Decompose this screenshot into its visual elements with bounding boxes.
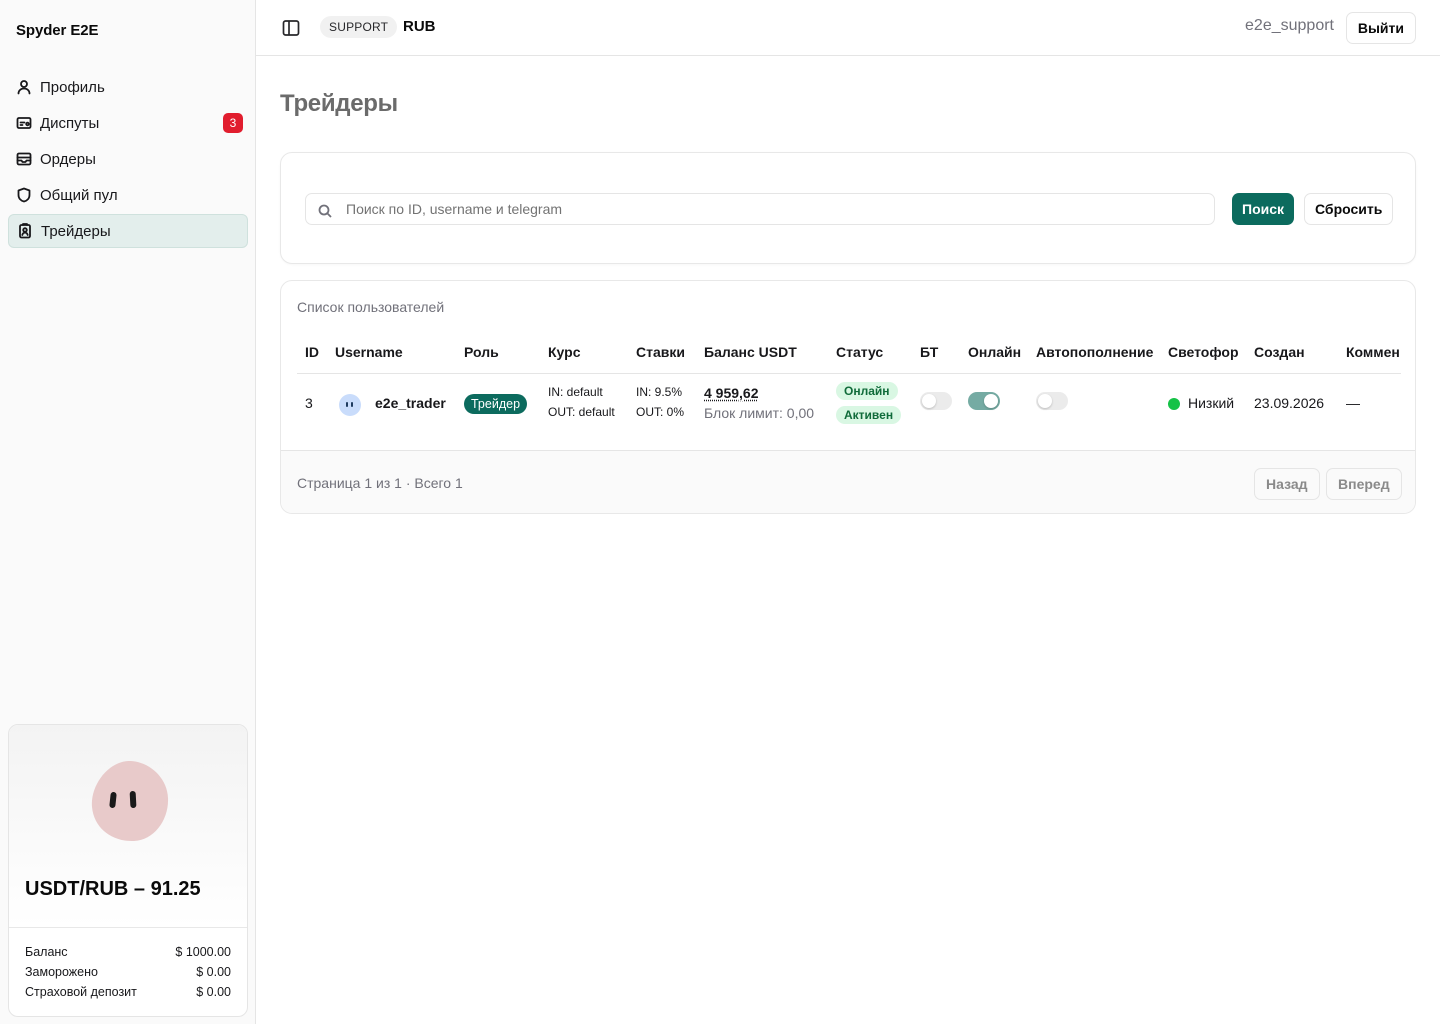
cell-stake-out: OUT: 0% xyxy=(636,405,685,419)
frozen-row: Заморожено $ 0.00 xyxy=(25,962,231,982)
role-tag: Трейдер xyxy=(464,394,528,414)
avatar xyxy=(339,394,361,416)
column-header-bt[interactable]: БТ xyxy=(920,344,938,360)
frozen-label: Заморожено xyxy=(25,965,98,979)
autotopup-toggle[interactable] xyxy=(1036,392,1068,410)
online-toggle[interactable] xyxy=(968,392,1000,410)
search-field[interactable] xyxy=(305,193,1215,225)
cell-comment: — xyxy=(1346,395,1360,411)
page-title: Трейдеры xyxy=(280,90,398,117)
sidebar-item-disputes[interactable]: Диспуты 3 xyxy=(8,106,248,140)
column-header-comment[interactable]: Коммен xyxy=(1346,344,1400,360)
insurance-label: Страховой депозит xyxy=(25,985,137,999)
frozen-value: $ 0.00 xyxy=(196,965,231,979)
shield-icon xyxy=(16,187,32,203)
badge-icon xyxy=(17,223,33,239)
prev-page-button[interactable]: Назад xyxy=(1254,468,1320,500)
column-header-username[interactable]: Username xyxy=(335,344,403,360)
sidebar-item-traders[interactable]: Трейдеры xyxy=(8,214,248,248)
search-icon xyxy=(318,204,332,218)
sidebar-item-common-pool[interactable]: Общий пул xyxy=(8,178,248,212)
insurance-row: Страховой депозит $ 0.00 xyxy=(25,982,231,1002)
currency-label: RUB xyxy=(403,18,436,35)
cell-username[interactable]: e2e_trader xyxy=(375,395,446,411)
column-header-traffic-light[interactable]: Светофор xyxy=(1168,344,1239,360)
column-header-balance[interactable]: Баланс USDT xyxy=(704,344,797,360)
balance-row: Баланс $ 1000.00 xyxy=(25,942,231,962)
cell-created: 23.09.2026 xyxy=(1254,395,1325,411)
mascot-illustration xyxy=(91,760,169,842)
brand-name: Spyder E2E xyxy=(16,22,99,39)
sidebar: Spyder E2E Профиль Диспуты 3 Ордеры Общи… xyxy=(0,0,256,1024)
column-header-autotopup[interactable]: Автопополнение xyxy=(1036,344,1153,360)
balance-label: Баланс xyxy=(25,945,68,959)
column-header-rate[interactable]: Курс xyxy=(548,344,580,360)
cell-rate-in: IN: default xyxy=(548,385,603,399)
sidebar-item-label: Профиль xyxy=(40,78,105,96)
column-header-stakes[interactable]: Ставки xyxy=(636,344,685,360)
column-header-role[interactable]: Роль xyxy=(464,344,499,360)
sidebar-item-orders[interactable]: Ордеры xyxy=(8,142,248,176)
logout-button[interactable]: Выйти xyxy=(1345,12,1416,44)
balance-value: $ 1000.00 xyxy=(175,945,231,959)
current-username: e2e_support xyxy=(1245,17,1334,34)
search-card: Поиск Сбросить xyxy=(280,152,1416,264)
sidebar-toggle-icon[interactable] xyxy=(282,19,300,37)
disputes-count-badge: 3 xyxy=(223,113,243,133)
insurance-value: $ 0.00 xyxy=(196,985,231,999)
status-online-badge: Онлайн xyxy=(836,382,898,400)
role-badge: SUPPORT xyxy=(320,16,398,38)
top-header: SUPPORT RUB e2e_support Выйти xyxy=(256,0,1440,56)
user-icon xyxy=(16,79,32,95)
search-button[interactable]: Поиск xyxy=(1232,193,1295,225)
traffic-light-indicator xyxy=(1168,398,1180,410)
users-table: ID Username Роль Курс Ставки Баланс USDT… xyxy=(297,333,1401,451)
sidebar-item-label: Трейдеры xyxy=(41,222,111,240)
reset-button[interactable]: Сбросить xyxy=(1304,193,1394,225)
toggle-knob xyxy=(984,394,998,408)
pagination-bar: Страница 1 из 1 · Всего 1 Назад Вперед xyxy=(281,450,1415,513)
bt-toggle[interactable] xyxy=(920,392,952,410)
balance-summary: Баланс $ 1000.00 Заморожено $ 0.00 Страх… xyxy=(9,928,247,1002)
rate-card: USDT/RUB – 91.25 Баланс $ 1000.00 Заморо… xyxy=(8,724,248,1017)
cell-block-limit: Блок лимит: 0,00 xyxy=(704,405,815,421)
column-header-status[interactable]: Статус xyxy=(836,344,883,360)
rate-card-header: USDT/RUB – 91.25 xyxy=(9,725,247,928)
pagination-summary: Страница 1 из 1 · Всего 1 xyxy=(297,475,463,491)
sidebar-item-label: Общий пул xyxy=(40,186,118,204)
toggle-knob xyxy=(1038,394,1052,408)
cell-id: 3 xyxy=(305,395,313,411)
sidebar-item-label: Диспуты xyxy=(40,114,100,132)
users-table-card: Список пользователей ID Username Роль Ку… xyxy=(280,280,1416,514)
search-input[interactable] xyxy=(346,194,1206,224)
cell-rate-out: OUT: default xyxy=(548,405,615,419)
cell-balance[interactable]: 4 959,62 xyxy=(704,385,759,401)
column-header-online[interactable]: Онлайн xyxy=(968,344,1021,360)
column-header-id[interactable]: ID xyxy=(305,344,319,360)
toggle-knob xyxy=(922,394,936,408)
next-page-button[interactable]: Вперед xyxy=(1326,468,1402,500)
sidebar-item-label: Ордеры xyxy=(40,150,96,168)
rate-title: USDT/RUB – 91.25 xyxy=(25,878,201,900)
cell-traffic-light: Низкий xyxy=(1188,395,1235,411)
ticket-icon xyxy=(16,115,32,131)
status-active-badge: Активен xyxy=(836,406,902,424)
table-caption: Список пользователей xyxy=(297,299,445,315)
cell-stake-in: IN: 9.5% xyxy=(636,385,683,399)
sidebar-item-profile[interactable]: Профиль xyxy=(8,70,248,104)
column-header-created[interactable]: Создан xyxy=(1254,344,1305,360)
table-header-divider xyxy=(297,373,1401,374)
sidebar-nav: Профиль Диспуты 3 Ордеры Общий пул Трейд… xyxy=(8,70,248,250)
inbox-icon xyxy=(16,151,32,167)
